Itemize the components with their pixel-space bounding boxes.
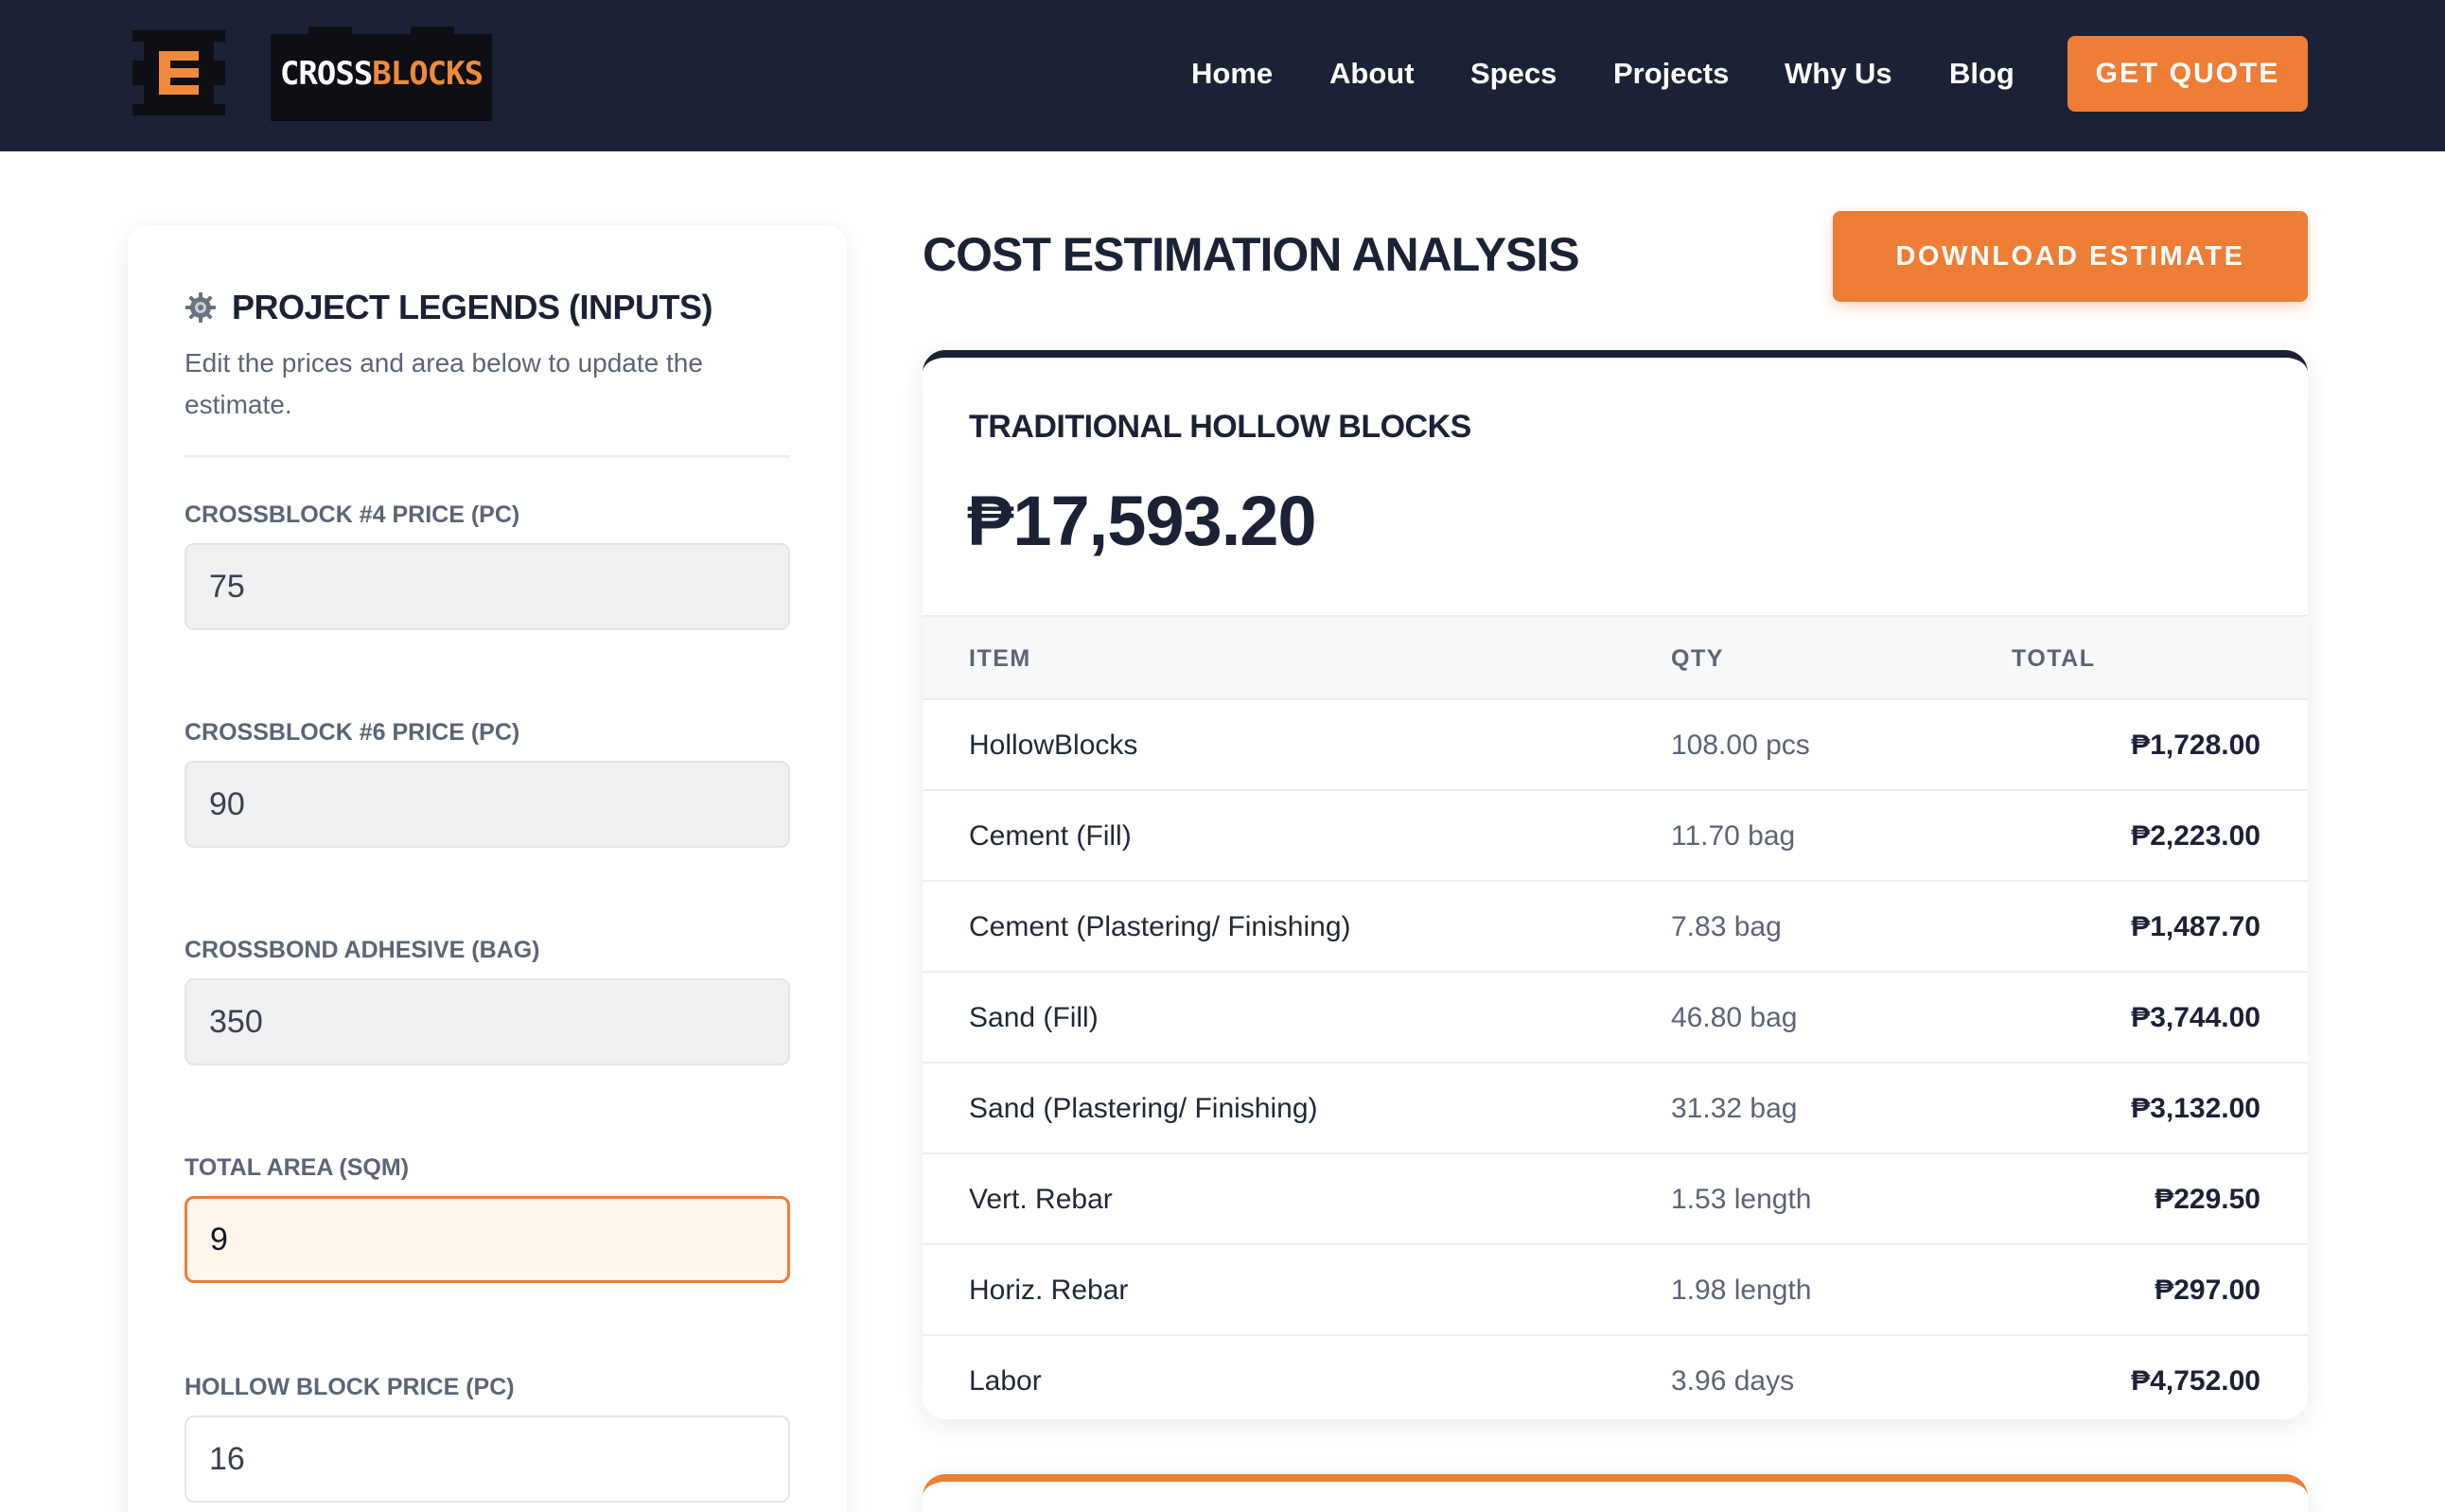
crossblock-4-price-input[interactable] xyxy=(185,543,790,630)
divider xyxy=(185,455,790,458)
card-title: TRADITIONAL HOLLOW BLOCKS xyxy=(969,409,1471,445)
row-total: ₱297.00 xyxy=(2155,1275,2260,1306)
row-total: ₱3,132.00 xyxy=(2131,1093,2260,1124)
row-qty: 11.70 bag xyxy=(1671,820,1796,852)
row-qty: 7.83 bag xyxy=(1671,911,1782,942)
row-item: Labor xyxy=(969,1365,1042,1397)
row-qty: 1.53 length xyxy=(1671,1184,1812,1215)
nav-link-specs[interactable]: Specs xyxy=(1470,49,1557,98)
panel-title: PROJECT LEGENDS (INPUTS) xyxy=(232,288,713,326)
table-row: Sand (Fill) 46.80 bag ₱3,744.00 xyxy=(923,973,2308,1064)
page-title: COST ESTIMATION ANALYSIS xyxy=(923,228,1580,281)
table-row: Cement (Fill) 11.70 bag ₱2,223.00 xyxy=(923,791,2308,882)
row-total: ₱4,752.00 xyxy=(2131,1365,2260,1397)
row-total: ₱3,744.00 xyxy=(2131,1002,2260,1033)
logo-wordmark[interactable]: CROSS BLOCKS xyxy=(271,26,492,121)
row-qty: 46.80 bag xyxy=(1671,1002,1798,1033)
panel-subtitle: Edit the prices and area below to update… xyxy=(185,348,703,419)
top-nav: CROSS BLOCKS Home About Specs Projects Wh… xyxy=(0,0,2445,151)
nav-link-why-us[interactable]: Why Us xyxy=(1785,49,1892,98)
table-row: Sand (Plastering/ Finishing) 31.32 bag ₱… xyxy=(923,1064,2308,1154)
row-qty: 31.32 bag xyxy=(1671,1093,1798,1124)
total-area-input[interactable] xyxy=(185,1196,790,1283)
row-item: HollowBlocks xyxy=(969,730,1138,761)
row-qty: 1.98 length xyxy=(1671,1275,1812,1306)
crossbond-adhesive-input[interactable] xyxy=(185,978,790,1065)
column-header-item: ITEM xyxy=(969,645,1031,672)
logo-mark-icon[interactable] xyxy=(132,30,225,115)
total-area-label: TOTAL AREA (SQM) xyxy=(185,1154,410,1181)
column-header-qty: QTY xyxy=(1671,645,1724,672)
table-header: ITEM QTY TOTAL xyxy=(923,615,2308,700)
row-qty: 108.00 pcs xyxy=(1671,730,1810,761)
table-row: HollowBlocks 108.00 pcs ₱1,728.00 xyxy=(923,700,2308,791)
project-inputs-panel: PROJECT LEGENDS (INPUTS) Edit the prices… xyxy=(128,225,847,1512)
row-total: ₱229.50 xyxy=(2155,1184,2260,1215)
table-row: Labor 3.96 days ₱4,752.00 xyxy=(923,1336,2308,1419)
card-total-amount: ₱17,593.20 xyxy=(967,482,1317,560)
row-item: Vert. Rebar xyxy=(969,1184,1113,1215)
row-total: ₱1,487.70 xyxy=(2131,911,2260,942)
traditional-hollow-blocks-card: TRADITIONAL HOLLOW BLOCKS ₱17,593.20 ITE… xyxy=(923,350,2308,1419)
row-item: Horiz. Rebar xyxy=(969,1275,1129,1306)
get-quote-button[interactable]: GET QUOTE xyxy=(2067,36,2308,112)
row-item: Cement (Fill) xyxy=(969,820,1132,852)
row-item: Sand (Fill) xyxy=(969,1002,1099,1033)
crossblock-4-price-label: CROSSBLOCK #4 PRICE (PC) xyxy=(185,501,520,528)
gear-icon xyxy=(185,292,216,323)
nav-link-about[interactable]: About xyxy=(1329,49,1415,98)
crossblock-6-price-label: CROSSBLOCK #6 PRICE (PC) xyxy=(185,719,520,746)
hollow-block-price-input[interactable] xyxy=(185,1415,790,1503)
table-row: Horiz. Rebar 1.98 length ₱297.00 xyxy=(923,1245,2308,1336)
row-item: Cement (Plastering/ Finishing) xyxy=(969,911,1351,942)
crossblock-6-price-input[interactable] xyxy=(185,761,790,848)
nav-link-blog[interactable]: Blog xyxy=(1949,49,2014,98)
crossbond-adhesive-label: CROSSBOND ADHESIVE (BAG) xyxy=(185,937,540,963)
nav-link-projects[interactable]: Projects xyxy=(1613,49,1729,98)
table-row: Cement (Plastering/ Finishing) 7.83 bag … xyxy=(923,882,2308,973)
row-item: Sand (Plastering/ Finishing) xyxy=(969,1093,1318,1124)
row-total: ₱1,728.00 xyxy=(2131,730,2260,761)
hollow-block-price-label: HOLLOW BLOCK PRICE (PC) xyxy=(185,1374,515,1400)
row-qty: 3.96 days xyxy=(1671,1365,1795,1397)
nav-link-home[interactable]: Home xyxy=(1191,49,1273,98)
table-row: Vert. Rebar 1.53 length ₱229.50 xyxy=(923,1154,2308,1245)
logo-text: CROSS BLOCKS xyxy=(279,55,484,93)
crossblocks-estimate-card xyxy=(923,1474,2308,1512)
row-total: ₱2,223.00 xyxy=(2131,820,2260,852)
download-estimate-button[interactable]: DOWNLOAD ESTIMATE xyxy=(1833,211,2308,302)
column-header-total: TOTAL xyxy=(2012,645,2096,672)
